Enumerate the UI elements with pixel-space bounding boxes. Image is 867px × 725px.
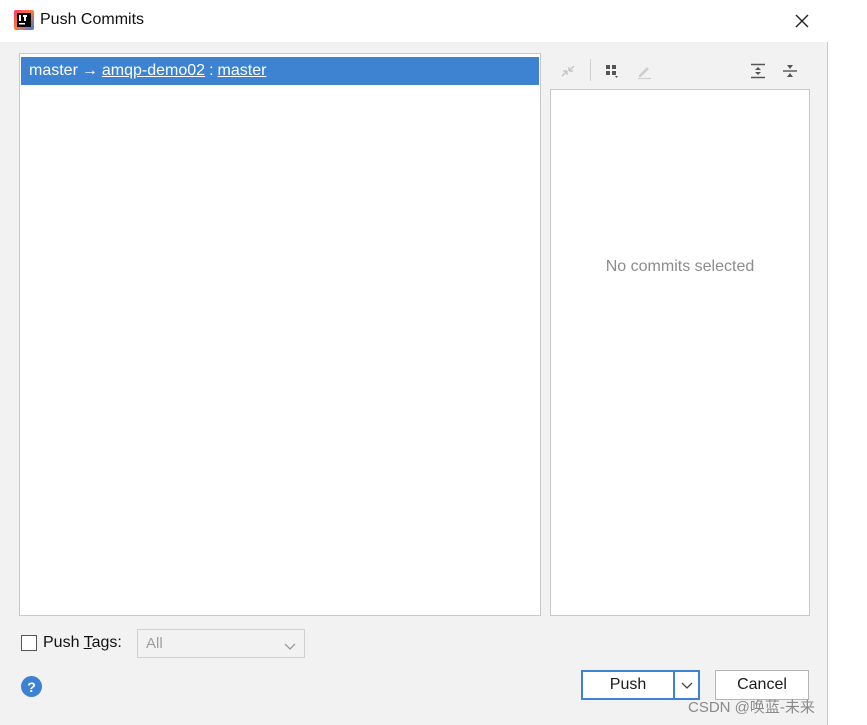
expand-all-icon[interactable] xyxy=(746,59,770,83)
csdn-watermark: CSDN @唤蓝-未来 xyxy=(688,699,815,716)
intellij-app-icon xyxy=(14,10,34,30)
commit-details-panel: No commits selected xyxy=(550,89,810,616)
push-tags-row: Push Tags: xyxy=(21,630,122,656)
push-arrow: → xyxy=(81,62,98,79)
repositories-panel: master → amqp-demo02 : master xyxy=(19,53,541,616)
push-tags-checkbox[interactable] xyxy=(21,635,37,651)
local-branch: master xyxy=(29,62,78,79)
push-tags-label-suffix: ags: xyxy=(91,634,122,651)
close-icon xyxy=(795,14,809,28)
details-toolbar xyxy=(552,56,810,86)
chevron-down-icon xyxy=(681,682,692,689)
dialog-title: Push Commits xyxy=(40,11,145,28)
close-button[interactable] xyxy=(786,6,818,36)
push-button[interactable]: Push xyxy=(581,670,675,700)
chevron-down-icon xyxy=(284,638,296,655)
group-by-icon[interactable] xyxy=(600,59,624,83)
collapse-all-icon[interactable] xyxy=(778,59,802,83)
edit-icon[interactable] xyxy=(632,59,656,83)
title-bar: Push Commits xyxy=(0,0,828,42)
remote-name-link[interactable]: amqp-demo02 xyxy=(102,62,205,80)
remote-separator: : xyxy=(209,62,214,79)
push-tags-mnemonic: T xyxy=(83,634,92,651)
collapse-to-icon[interactable] xyxy=(556,59,580,83)
push-commits-dialog: Push Commits master → amqp-demo02 : mast… xyxy=(0,0,828,725)
push-tags-label-prefix: Push xyxy=(43,634,84,651)
toolbar-divider xyxy=(590,59,591,81)
push-tags-selected-value: All xyxy=(146,635,163,652)
branch-push-row[interactable]: master → amqp-demo02 : master xyxy=(21,57,539,85)
push-tags-select[interactable]: All xyxy=(137,629,305,658)
remote-branch-link[interactable]: master xyxy=(218,62,267,80)
help-button[interactable]: ? xyxy=(21,676,42,697)
push-tags-label[interactable]: Push Tags: xyxy=(43,634,122,652)
no-commits-message: No commits selected xyxy=(605,258,755,275)
